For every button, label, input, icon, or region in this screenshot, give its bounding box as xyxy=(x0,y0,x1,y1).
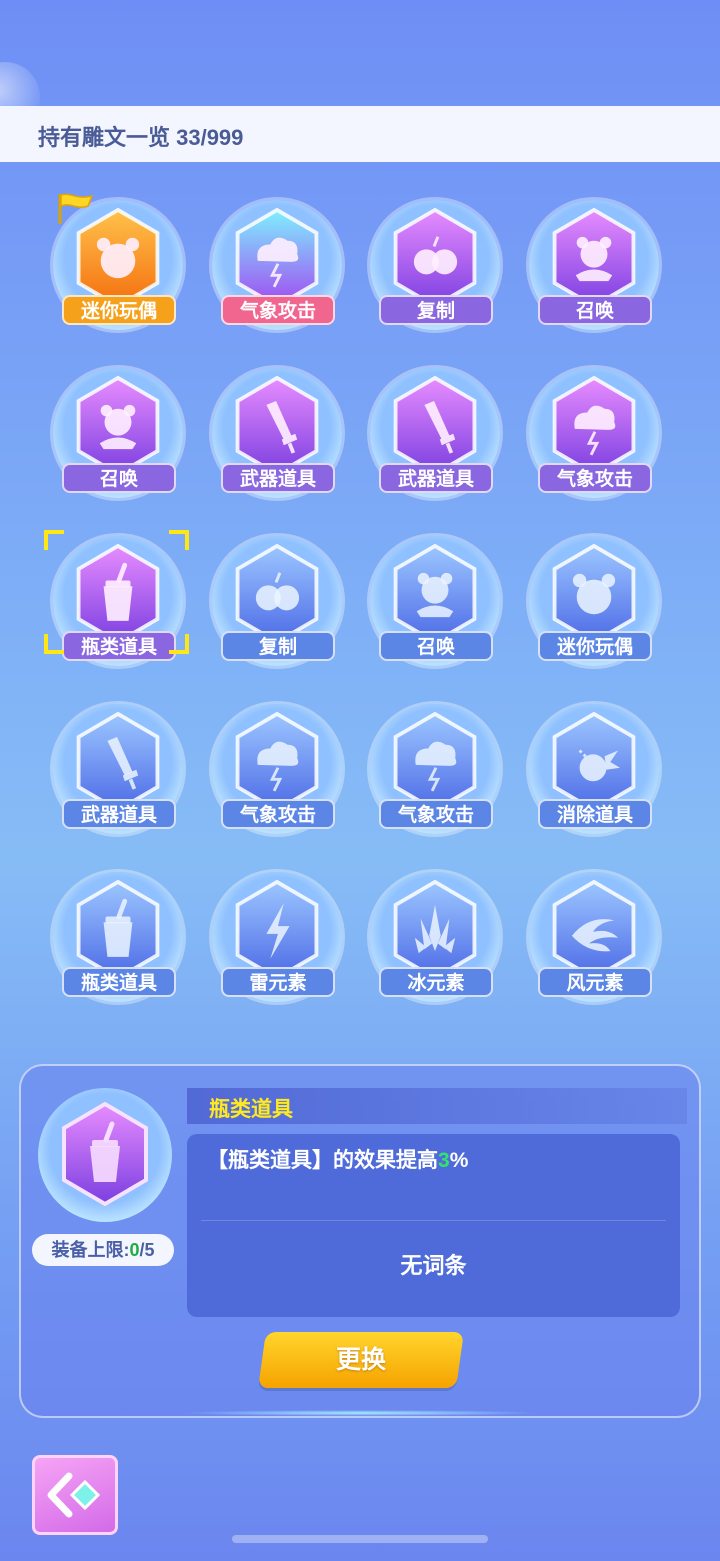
no-entry-text: 无词条 xyxy=(400,1253,467,1278)
rune-slot[interactable]: 武器道具 xyxy=(360,360,510,510)
wind-icon xyxy=(552,880,636,980)
rune-slot[interactable]: 气象攻击 xyxy=(202,192,352,342)
selection-frame xyxy=(44,530,189,654)
rune-label: 召唤 xyxy=(538,295,652,325)
rune-label: 冰元素 xyxy=(379,967,493,997)
rune-slot[interactable]: 召唤 xyxy=(519,192,669,342)
rune-label: 雷元素 xyxy=(221,967,335,997)
effect-text: 【瓶类道具】的效果提高3% xyxy=(207,1149,469,1172)
rune-label: 复制 xyxy=(379,295,493,325)
rune-slot[interactable]: 冰元素 xyxy=(360,864,510,1014)
rune-label: 复制 xyxy=(221,631,335,661)
rune-label: 气象攻击 xyxy=(379,799,493,829)
sword-icon xyxy=(76,712,160,812)
rune-label: 迷你玩偶 xyxy=(62,295,176,325)
rune-slot[interactable]: 召唤 xyxy=(360,528,510,678)
apples-icon xyxy=(393,208,477,308)
storm-cloud-icon xyxy=(235,208,319,308)
rune-slot[interactable]: 召唤 xyxy=(43,360,193,510)
rune-label: 迷你玩偶 xyxy=(538,631,652,661)
rune-label: 气象攻击 xyxy=(221,295,335,325)
detail-rune-icon xyxy=(38,1088,172,1222)
rune-slot[interactable]: 武器道具 xyxy=(202,360,352,510)
rune-slot[interactable]: 复制 xyxy=(360,192,510,342)
panel-glow xyxy=(180,1410,540,1416)
summon-bear-icon xyxy=(76,376,160,476)
rune-slot[interactable]: 复制 xyxy=(202,528,352,678)
summon-bear-icon xyxy=(393,544,477,644)
rune-slot[interactable]: 气象攻击 xyxy=(360,696,510,846)
summon-bear-icon xyxy=(552,208,636,308)
rune-slot[interactable]: 气象攻击 xyxy=(202,696,352,846)
rune-slot[interactable]: 雷元素 xyxy=(202,864,352,1014)
rune-label: 武器道具 xyxy=(379,463,493,493)
back-arrow-icon xyxy=(47,1472,101,1518)
rune-label: 气象攻击 xyxy=(538,463,652,493)
rune-label: 瓶类道具 xyxy=(62,967,176,997)
sword-icon xyxy=(393,376,477,476)
bottle-icon xyxy=(62,1102,148,1206)
rune-slot[interactable]: 风元素 xyxy=(519,864,669,1014)
rune-slot[interactable]: 迷你玩偶 xyxy=(519,528,669,678)
ice-crystal-icon xyxy=(393,880,477,980)
rune-slot[interactable]: 气象攻击 xyxy=(519,360,669,510)
rune-slot[interactable]: 瓶类道具 xyxy=(43,864,193,1014)
back-button[interactable] xyxy=(32,1455,118,1535)
equip-limit: 装备上限:0/5 xyxy=(32,1234,174,1266)
collection-header: 持有雕文一览 33/999 xyxy=(0,106,720,162)
storm-cloud-icon xyxy=(393,712,477,812)
rune-label: 消除道具 xyxy=(538,799,652,829)
storm-cloud-icon xyxy=(552,376,636,476)
bomb-icon xyxy=(552,712,636,812)
rune-slot[interactable]: 消除道具 xyxy=(519,696,669,846)
bottle-icon xyxy=(76,880,160,980)
apples-icon xyxy=(235,544,319,644)
rune-label: 气象攻击 xyxy=(221,799,335,829)
home-indicator xyxy=(232,1535,488,1543)
rune-label: 武器道具 xyxy=(62,799,176,829)
rune-label: 召唤 xyxy=(62,463,176,493)
rune-slot[interactable]: 武器道具 xyxy=(43,696,193,846)
flag-icon xyxy=(58,193,94,224)
bear-icon xyxy=(552,544,636,644)
divider xyxy=(201,1220,666,1221)
lightning-icon xyxy=(235,880,319,980)
sword-icon xyxy=(235,376,319,476)
change-button[interactable]: 更换 xyxy=(258,1332,464,1388)
detail-title: 瓶类道具 xyxy=(209,1098,293,1121)
rune-label: 召唤 xyxy=(379,631,493,661)
detail-description: 【瓶类道具】的效果提高3% 无词条 xyxy=(187,1134,680,1317)
rune-label: 风元素 xyxy=(538,967,652,997)
page-title: 持有雕文一览 33/999 xyxy=(38,125,244,150)
storm-cloud-icon xyxy=(235,712,319,812)
rune-label: 武器道具 xyxy=(221,463,335,493)
